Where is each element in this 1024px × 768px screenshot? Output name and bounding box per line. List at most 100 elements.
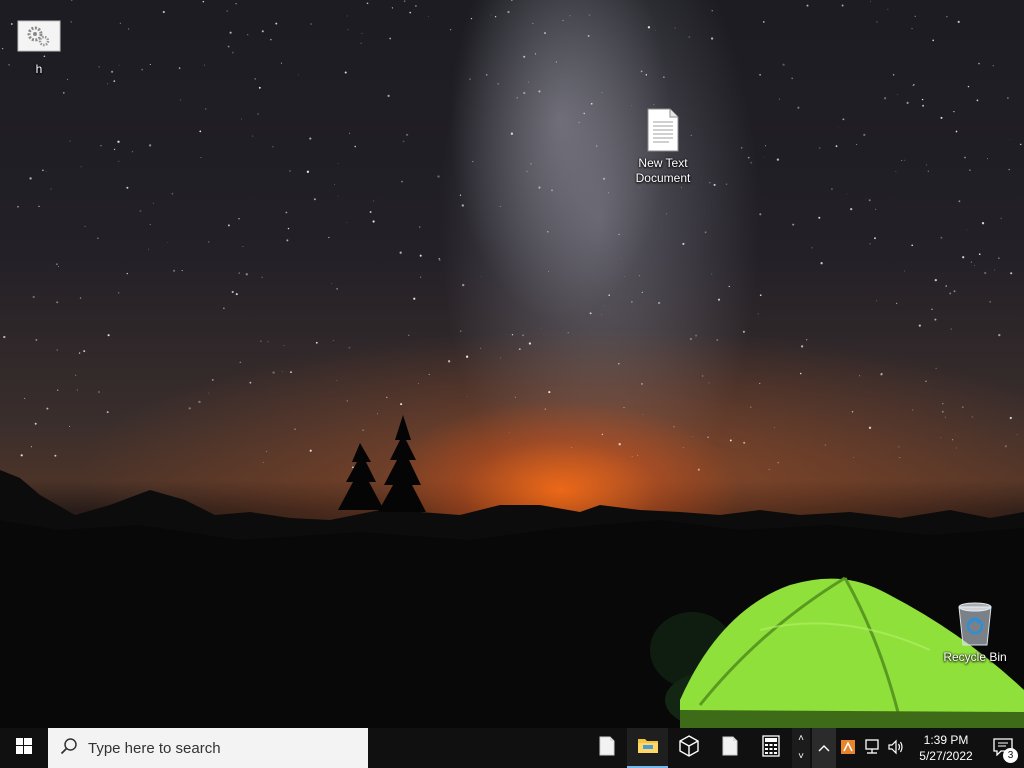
star [912,409,914,411]
star [35,338,38,341]
star [964,156,966,159]
star [204,64,205,66]
star [310,23,312,25]
star [657,301,661,305]
star [249,381,252,384]
star [152,202,154,204]
star [776,158,780,161]
star [83,350,86,353]
star [507,10,510,14]
star [673,425,675,428]
recycle-bin-icon [951,600,999,648]
star [904,159,906,161]
desktop-icon-recycle-bin[interactable]: Recycle Bin [937,600,1013,665]
taskbar-document-app[interactable] [586,728,627,768]
star [759,213,762,216]
star [20,454,23,457]
star [709,181,711,184]
star [113,148,116,151]
star [603,177,606,180]
desktop[interactable]: h New Text Document Recycle Bin [0,0,1024,728]
star [987,158,989,160]
star [528,81,529,83]
star [875,208,877,211]
star [978,62,980,65]
star [981,222,985,225]
star [623,406,625,408]
star [80,166,82,168]
star [518,348,521,351]
star [918,324,921,327]
star [286,239,289,242]
show-hidden-icons-button[interactable] [812,728,836,768]
star [438,257,441,260]
star [402,140,405,143]
notification-center-button[interactable]: 3 [984,728,1022,768]
chevron-up-icon [818,741,830,755]
taskbar-calculator[interactable] [750,728,791,768]
star [688,36,691,38]
star [934,318,937,321]
star [989,300,992,303]
clock-time: 1:39 PM [923,733,969,747]
star [958,200,961,203]
star [868,426,872,429]
star [759,294,762,297]
star [725,183,728,185]
taskbar-file-explorer[interactable] [627,728,668,768]
star [171,192,174,195]
star [148,144,152,147]
star [439,259,441,261]
star [238,218,240,220]
star [128,28,130,30]
star [716,338,719,342]
star [141,68,143,71]
taskbar: Type here to search ˄ ˅ 1:39 PM 5/27/202… [0,728,1024,768]
tray-app-icon[interactable] [836,728,860,768]
star [309,137,312,140]
star [79,297,82,299]
star [530,163,532,165]
taskbar-3d-viewer[interactable] [668,728,709,768]
star [956,447,957,449]
star [98,66,100,68]
star [408,334,410,336]
desktop-icon-h[interactable]: h [1,12,77,77]
desktop-icon-new-text-document[interactable]: New Text Document [625,106,701,186]
star [369,211,372,213]
star [252,135,254,137]
volume-button[interactable] [884,728,908,768]
star [962,256,965,259]
taskbar-scroller[interactable]: ˄ ˅ [792,728,810,768]
star [728,285,730,288]
star [257,113,259,115]
star [242,246,244,248]
star [911,27,913,30]
network-button[interactable] [860,728,884,768]
star [406,133,409,136]
star [931,308,933,310]
search-input[interactable]: Type here to search [48,728,368,768]
star [913,84,915,86]
star [227,224,230,227]
star [692,435,693,437]
star [514,396,516,398]
notification-count-badge: 3 [1003,748,1018,763]
star [689,337,693,341]
clock-button[interactable]: 1:39 PM 5/27/2022 [908,728,984,768]
star [262,461,264,463]
star [818,146,821,149]
star [113,80,116,82]
star [992,65,994,67]
star [202,0,205,3]
volume-icon [887,739,905,758]
star [934,278,937,282]
taskbar-notepad-window[interactable] [709,728,750,768]
star [713,183,716,186]
star [469,78,471,80]
star [267,341,269,343]
star [1008,168,1010,171]
start-button[interactable] [0,728,48,768]
star [34,422,37,425]
star [682,447,684,449]
